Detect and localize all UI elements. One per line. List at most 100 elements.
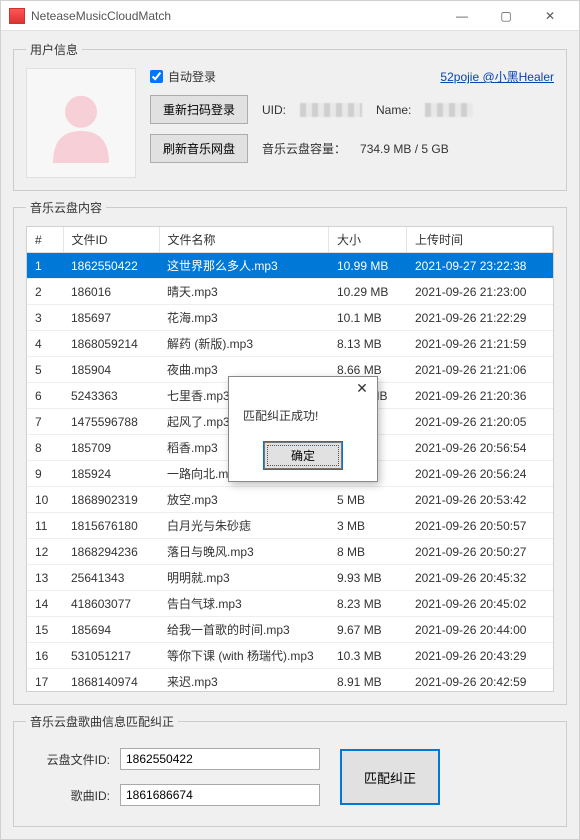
table-row[interactable]: 11862550422这世界那么多人.mp310.99 MB2021-09-27…: [27, 253, 553, 279]
relogin-button[interactable]: 重新扫码登录: [150, 95, 248, 124]
cell-file_id: 531051217: [63, 643, 159, 669]
cloud-legend: 音乐云盘内容: [26, 199, 106, 216]
table-row[interactable]: 41868059214解药 (新版).mp38.13 MB2021-09-26 …: [27, 331, 553, 357]
name-label: Name:: [376, 103, 411, 117]
cell-idx: 16: [27, 643, 63, 669]
cell-idx: 15: [27, 617, 63, 643]
cell-upload_time: 2021-09-26 21:22:29: [407, 305, 553, 331]
table-row[interactable]: 2186016晴天.mp310.29 MB2021-09-26 21:23:00: [27, 279, 553, 305]
match-button[interactable]: 匹配纠正: [340, 749, 440, 805]
cell-file_name: 白月光与朱砂痣: [159, 513, 329, 539]
cell-file_id: 1868902319: [63, 487, 159, 513]
cell-size: 9.67 MB: [329, 617, 407, 643]
song-id-input[interactable]: [120, 784, 320, 806]
app-icon: [9, 8, 25, 24]
cell-file_id: 1868059214: [63, 331, 159, 357]
cell-file_name: 解药 (新版).mp3: [159, 331, 329, 357]
cell-upload_time: 2021-09-26 21:20:05: [407, 409, 553, 435]
cell-file_name: 落日与晚风.mp3: [159, 539, 329, 565]
cell-size: 8.23 MB: [329, 591, 407, 617]
cell-file_name: 告白气球.mp3: [159, 591, 329, 617]
file-id-label: 云盘文件ID:: [30, 751, 110, 768]
auto-login-checkbox[interactable]: 自动登录: [150, 68, 216, 85]
cell-file_id: 418603077: [63, 591, 159, 617]
cell-idx: 10: [27, 487, 63, 513]
cell-upload_time: 2021-09-27 23:22:38: [407, 253, 553, 279]
maximize-button[interactable]: ▢: [485, 2, 527, 30]
cell-file_name: 来迟.mp3: [159, 669, 329, 692]
cell-idx: 3: [27, 305, 63, 331]
cell-idx: 2: [27, 279, 63, 305]
file-id-input[interactable]: [120, 748, 320, 770]
cell-file_id: 5243363: [63, 383, 159, 409]
col-header-index[interactable]: #: [27, 227, 63, 253]
col-header-upload-time[interactable]: 上传时间: [407, 227, 553, 253]
cell-idx: 14: [27, 591, 63, 617]
cell-upload_time: 2021-09-26 20:45:02: [407, 591, 553, 617]
table-row[interactable]: 15185694给我一首歌的时间.mp39.67 MB2021-09-26 20…: [27, 617, 553, 643]
dialog-message: 匹配纠正成功!: [229, 401, 377, 434]
refresh-button[interactable]: 刷新音乐网盘: [150, 134, 248, 163]
cell-idx: 17: [27, 669, 63, 692]
cell-upload_time: 2021-09-26 21:23:00: [407, 279, 553, 305]
cell-upload_time: 2021-09-26 20:56:54: [407, 435, 553, 461]
cell-upload_time: 2021-09-26 20:56:24: [407, 461, 553, 487]
col-header-file-id[interactable]: 文件ID: [63, 227, 159, 253]
uid-label: UID:: [262, 103, 286, 117]
col-header-file-name[interactable]: 文件名称: [159, 227, 329, 253]
table-row[interactable]: 1325641343明明就.mp39.93 MB2021-09-26 20:45…: [27, 565, 553, 591]
cell-idx: 1: [27, 253, 63, 279]
cell-file_id: 185904: [63, 357, 159, 383]
table-row[interactable]: 14418603077告白气球.mp38.23 MB2021-09-26 20:…: [27, 591, 553, 617]
cell-size: 5 MB: [329, 487, 407, 513]
cell-file_name: 等你下课 (with 杨瑞代).mp3: [159, 643, 329, 669]
cell-file_name: 明明就.mp3: [159, 565, 329, 591]
table-row[interactable]: 3185697花海.mp310.1 MB2021-09-26 21:22:29: [27, 305, 553, 331]
table-row[interactable]: 171868140974来迟.mp38.91 MB2021-09-26 20:4…: [27, 669, 553, 692]
cell-file_id: 185924: [63, 461, 159, 487]
cell-idx: 4: [27, 331, 63, 357]
cell-size: 8.91 MB: [329, 669, 407, 692]
cell-upload_time: 2021-09-26 20:53:42: [407, 487, 553, 513]
cell-idx: 11: [27, 513, 63, 539]
window-title: NeteaseMusicCloudMatch: [31, 9, 171, 23]
cell-file_id: 1868140974: [63, 669, 159, 692]
cell-idx: 12: [27, 539, 63, 565]
close-icon[interactable]: ✕: [353, 380, 371, 398]
match-legend: 音乐云盘歌曲信息匹配纠正: [26, 713, 178, 730]
cell-size: 3 MB: [329, 513, 407, 539]
cell-upload_time: 2021-09-26 20:43:29: [407, 643, 553, 669]
capacity-value: 734.9 MB / 5 GB: [360, 142, 449, 156]
cell-file_id: 1475596788: [63, 409, 159, 435]
cell-size: 10.3 MB: [329, 643, 407, 669]
table-row[interactable]: 111815676180白月光与朱砂痣3 MB2021-09-26 20:50:…: [27, 513, 553, 539]
cell-file_id: 185697: [63, 305, 159, 331]
cell-idx: 13: [27, 565, 63, 591]
cell-upload_time: 2021-09-26 20:42:59: [407, 669, 553, 692]
cell-file_id: 1862550422: [63, 253, 159, 279]
app-window: NeteaseMusicCloudMatch — ▢ ✕ 用户信息 自动登录: [0, 0, 580, 840]
avatar: [26, 68, 136, 178]
cell-file_id: 185709: [63, 435, 159, 461]
song-id-label: 歌曲ID:: [30, 787, 110, 804]
col-header-size[interactable]: 大小: [329, 227, 407, 253]
author-link[interactable]: 52pojie @小黑Healer: [440, 68, 554, 85]
cell-size: 10.29 MB: [329, 279, 407, 305]
cell-file_name: 给我一首歌的时间.mp3: [159, 617, 329, 643]
cell-size: 10.1 MB: [329, 305, 407, 331]
close-button[interactable]: ✕: [529, 2, 571, 30]
name-value-censored: [425, 103, 473, 117]
cell-idx: 5: [27, 357, 63, 383]
success-dialog: ✕ 匹配纠正成功! 确定: [228, 376, 378, 482]
cell-upload_time: 2021-09-26 21:21:59: [407, 331, 553, 357]
minimize-button[interactable]: —: [441, 2, 483, 30]
cell-size: 9.93 MB: [329, 565, 407, 591]
auto-login-input[interactable]: [150, 70, 163, 83]
cell-upload_time: 2021-09-26 20:44:00: [407, 617, 553, 643]
table-row[interactable]: 101868902319放空.mp35 MB2021-09-26 20:53:4…: [27, 487, 553, 513]
uid-value-censored: [300, 103, 362, 117]
dialog-ok-button[interactable]: 确定: [264, 442, 342, 469]
table-row[interactable]: 16531051217等你下课 (with 杨瑞代).mp310.3 MB202…: [27, 643, 553, 669]
table-row[interactable]: 121868294236落日与晚风.mp38 MB2021-09-26 20:5…: [27, 539, 553, 565]
match-group: 音乐云盘歌曲信息匹配纠正 云盘文件ID: 歌曲ID: 匹配纠正: [13, 713, 567, 827]
